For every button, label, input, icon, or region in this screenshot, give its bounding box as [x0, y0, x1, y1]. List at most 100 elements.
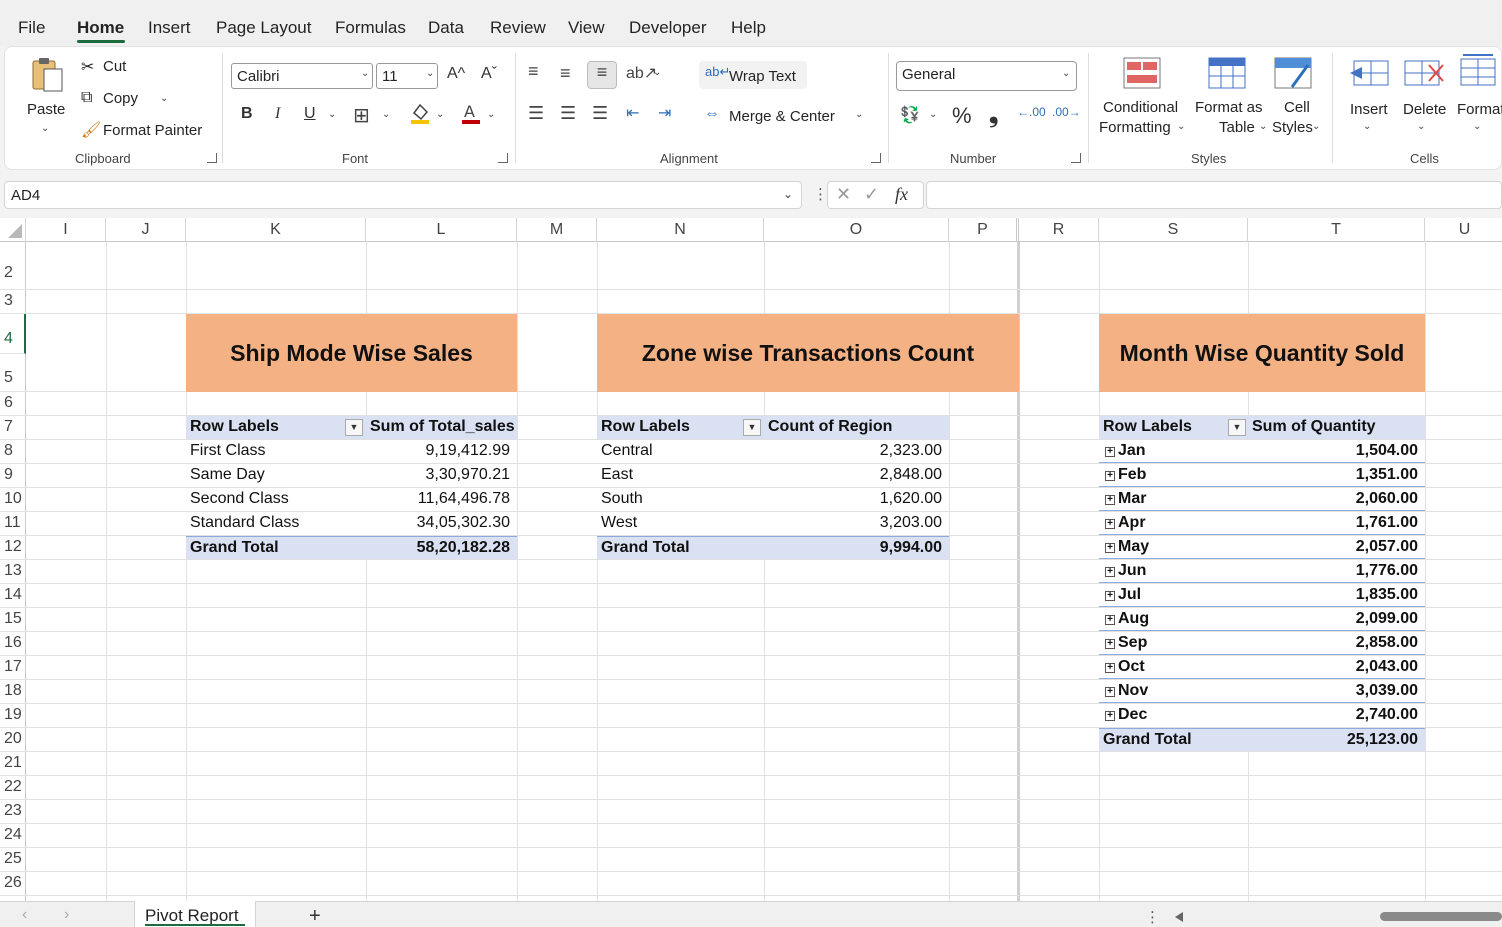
pivot3-row-value[interactable]: 1,835.00	[1248, 584, 1425, 607]
pivot3-row-value[interactable]: 1,776.00	[1248, 560, 1425, 583]
menu-home[interactable]: Home	[77, 18, 124, 38]
cut-button[interactable]: Cut	[103, 58, 126, 75]
pivot3-row-label[interactable]: + Sep	[1099, 632, 1248, 655]
expand-icon[interactable]: +	[1105, 591, 1115, 601]
pivot1-title[interactable]: Ship Mode Wise Sales	[186, 314, 517, 392]
row-header-23[interactable]: 23	[0, 800, 26, 824]
pivot2-value-header[interactable]: Count of Region	[764, 416, 949, 439]
pivot2-row-labels-header[interactable]: Row Labels	[597, 416, 764, 439]
column-header-l[interactable]: L	[366, 218, 517, 242]
pivot2-title[interactable]: Zone wise Transactions Count	[597, 314, 1019, 392]
chevron-down-icon[interactable]: ⌄	[1177, 121, 1185, 132]
row-header-16[interactable]: 16	[0, 632, 26, 656]
add-sheet-button[interactable]: +	[309, 905, 321, 927]
row-header-12[interactable]: 12	[0, 536, 26, 560]
row-header-17[interactable]: 17	[0, 656, 26, 680]
menu-view[interactable]: View	[568, 18, 605, 38]
menu-page-layout[interactable]: Page Layout	[216, 18, 311, 38]
pivot3-row-label[interactable]: + Jul	[1099, 584, 1248, 607]
chevron-down-icon[interactable]: ⌄	[1473, 121, 1481, 132]
chevron-down-icon[interactable]: ⌄	[436, 109, 444, 120]
insert-function-icon[interactable]: fx	[895, 184, 908, 205]
pivot1-row-labels-header[interactable]: Row Labels	[186, 416, 366, 439]
expand-icon[interactable]: +	[1105, 567, 1115, 577]
insert-cells-button[interactable]: Insert	[1350, 101, 1388, 118]
row-header-10[interactable]: 10	[0, 488, 26, 512]
copy-button[interactable]: Copy	[103, 90, 138, 107]
increase-decimal-icon[interactable]: ←.00	[1017, 105, 1046, 119]
align-right-icon[interactable]: ☰	[592, 103, 608, 124]
column-header-i[interactable]: I	[26, 218, 106, 242]
font-color-icon[interactable]: A	[460, 101, 482, 130]
row-header-5[interactable]: 5	[0, 354, 26, 392]
expand-icon[interactable]: +	[1105, 663, 1115, 673]
column-header-u[interactable]: U	[1425, 218, 1502, 242]
accounting-format-icon[interactable]: 💱	[900, 105, 920, 125]
delete-cells-icon[interactable]	[1403, 57, 1445, 94]
font-launcher-icon[interactable]	[498, 153, 508, 163]
column-header-s[interactable]: S	[1099, 218, 1248, 242]
underline-button[interactable]: U	[304, 105, 316, 123]
chevron-down-icon[interactable]: ⌄	[929, 109, 937, 120]
row-header-25[interactable]: 25	[0, 848, 26, 872]
borders-icon[interactable]: ⊞	[353, 103, 370, 128]
pivot3-row-label[interactable]: + Apr	[1099, 512, 1248, 535]
pivot1-grand-total-label[interactable]: Grand Total	[186, 536, 366, 559]
cell-styles-icon[interactable]	[1274, 57, 1312, 94]
chevron-down-icon[interactable]: ⌄	[328, 109, 336, 120]
enter-icon[interactable]: ✓	[864, 184, 879, 205]
row-header-3[interactable]: 3	[0, 290, 26, 314]
format-cells-icon[interactable]	[1459, 53, 1499, 92]
pivot2-row-label[interactable]: South	[597, 488, 764, 511]
pivot3-row-label[interactable]: + Aug	[1099, 608, 1248, 631]
pivot3-row-label[interactable]: + Jan	[1099, 440, 1248, 463]
number-launcher-icon[interactable]	[1071, 153, 1081, 163]
comma-style-button[interactable]: ❟	[989, 101, 998, 129]
copy-dropdown-icon[interactable]: ⌄	[160, 93, 168, 104]
pivot3-row-value[interactable]: 2,099.00	[1248, 608, 1425, 631]
pivot3-row-labels-header[interactable]: Row Labels	[1099, 416, 1248, 439]
expand-icon[interactable]: +	[1105, 495, 1115, 505]
row-header-26[interactable]: 26	[0, 872, 26, 896]
scroll-left-arrow-icon[interactable]	[1175, 912, 1185, 922]
column-header-r[interactable]: R	[1019, 218, 1099, 242]
pivot2-grand-total-value[interactable]: 9,994.00	[764, 536, 949, 559]
row-header-8[interactable]: 8	[0, 440, 26, 464]
bold-button[interactable]: B	[241, 105, 253, 123]
expand-icon[interactable]: +	[1105, 543, 1115, 553]
sheet-tab-pivot-report[interactable]: Pivot Report	[134, 901, 256, 927]
expand-icon[interactable]: +	[1105, 711, 1115, 721]
pivot1-row-label[interactable]: Second Class	[186, 488, 366, 511]
pivot3-row-label[interactable]: + Oct	[1099, 656, 1248, 679]
pivot2-row-value[interactable]: 3,203.00	[764, 512, 949, 535]
expand-icon[interactable]: +	[1105, 615, 1115, 625]
column-header-m[interactable]: M	[517, 218, 597, 242]
row-header-7[interactable]: 7	[0, 416, 26, 440]
row-header-19[interactable]: 19	[0, 704, 26, 728]
menu-file[interactable]: File	[18, 18, 45, 38]
paste-button[interactable]: Paste	[27, 101, 65, 118]
chevron-down-icon[interactable]: ⌄	[1312, 121, 1320, 132]
pivot2-row-label[interactable]: West	[597, 512, 764, 535]
merge-center-button[interactable]: Merge & Center	[729, 108, 835, 125]
chevron-down-icon[interactable]: ⌄	[783, 187, 793, 201]
horizontal-scrollbar[interactable]	[1175, 912, 1502, 922]
fill-color-icon[interactable]	[409, 101, 431, 130]
row-header-6[interactable]: 6	[0, 392, 26, 416]
formula-input[interactable]	[926, 181, 1502, 209]
insert-cells-icon[interactable]	[1348, 57, 1390, 94]
format-as-table-icon[interactable]	[1208, 57, 1246, 94]
pivot2-grand-total-label[interactable]: Grand Total	[597, 536, 764, 559]
pivot3-row-label[interactable]: + Dec	[1099, 704, 1248, 727]
filter-dropdown-icon[interactable]: ▼	[1228, 419, 1246, 436]
align-middle-icon[interactable]: ≡	[560, 63, 571, 84]
pivot1-value-header[interactable]: Sum of Total_sales	[366, 416, 517, 439]
alignment-launcher-icon[interactable]	[871, 153, 881, 163]
expand-icon[interactable]: +	[1105, 639, 1115, 649]
scrollbar-thumb[interactable]	[1380, 912, 1502, 921]
cell-styles-button[interactable]: Cell	[1284, 99, 1310, 116]
menu-data[interactable]: Data	[428, 18, 464, 38]
select-all-corner[interactable]	[0, 218, 26, 242]
row-header-22[interactable]: 22	[0, 776, 26, 800]
increase-indent-icon[interactable]: ⇥	[658, 103, 671, 123]
